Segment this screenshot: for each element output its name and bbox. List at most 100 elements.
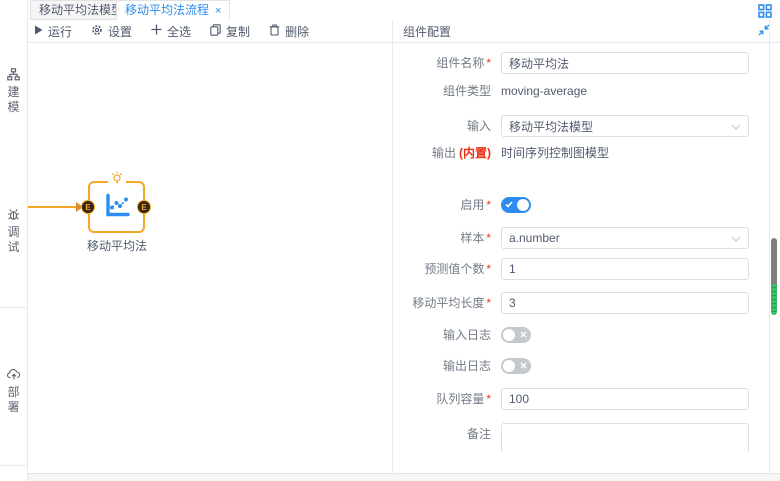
input-log-toggle[interactable] (501, 327, 531, 343)
select-value: 移动平均法模型 (509, 118, 593, 135)
field-row-queue-capacity: 队列容量* (393, 388, 780, 410)
output-port[interactable]: E (137, 200, 151, 214)
sidebar-item-modeling[interactable]: 建模 (0, 68, 27, 115)
enable-toggle[interactable] (501, 197, 531, 213)
canvas-toolbar: 运行 设置 全选 (28, 20, 392, 43)
remark-textarea[interactable] (501, 423, 749, 452)
apps-grid-icon[interactable] (758, 4, 772, 21)
sample-select[interactable]: a.number (501, 227, 749, 249)
builtin-annotation: (内置) (459, 146, 491, 160)
field-row-ma-length: 移动平均长度* (393, 292, 780, 314)
tab-label: 移动平均法流程 (125, 3, 209, 17)
select-value: a.number (509, 231, 560, 245)
field-row-output-log: 输出日志 (393, 355, 780, 377)
field-row-name: 组件名称* (393, 52, 780, 74)
node-label: 移动平均法 (76, 237, 158, 254)
horizontal-scrollbar-track[interactable] (28, 473, 780, 481)
scrollbar-thumb-gray (771, 238, 777, 284)
port-label: E (141, 203, 146, 212)
copy-label: 复制 (226, 23, 250, 40)
toggle-knob (503, 360, 515, 372)
sitemap-icon (0, 68, 27, 81)
required-mark: * (486, 56, 491, 70)
ma-length-input[interactable] (501, 292, 749, 314)
chevron-down-icon (731, 119, 741, 133)
copy-icon (210, 24, 221, 39)
delete-button[interactable]: 删除 (269, 23, 309, 40)
field-label: 启用 (460, 198, 484, 212)
play-icon (34, 24, 43, 38)
tab-label: 移动平均法模型 (39, 3, 123, 17)
bug-icon (0, 208, 27, 221)
scrollbar-thumb-green-striped (771, 284, 777, 315)
toggle-knob (503, 329, 515, 341)
gear-icon (91, 24, 103, 39)
field-label: 输出 (432, 146, 456, 160)
sidebar-bottom-divider (0, 465, 27, 466)
sidebar-item-label: 建模 (7, 85, 21, 115)
input-port[interactable]: E (81, 200, 95, 214)
select-all-label: 全选 (167, 23, 191, 40)
required-mark: * (486, 231, 491, 245)
field-label: 输入 (467, 119, 491, 133)
field-label: 队列容量 (436, 392, 484, 406)
queue-capacity-input[interactable] (501, 388, 749, 410)
connection-edge[interactable] (28, 206, 78, 208)
field-row-remark: 备注 (393, 423, 780, 453)
component-config-panel: 组件配置 组件名称* 组件类型 moving-average 输入 (392, 20, 780, 473)
settings-button[interactable]: 设置 (91, 23, 132, 40)
select-all-button[interactable]: 全选 (151, 23, 191, 40)
required-mark: * (486, 198, 491, 212)
required-mark: * (486, 262, 491, 276)
field-row-input-log: 输入日志 (393, 324, 780, 346)
remark-clip (501, 423, 749, 452)
plus-icon (151, 24, 162, 38)
field-label: 组件名称 (436, 56, 484, 70)
sidebar-item-debug[interactable]: 调试 (0, 208, 27, 255)
toggle-knob (517, 199, 529, 211)
field-label: 输出日志 (443, 359, 491, 373)
app-window: 建模 调试 部署 移动平均法模型 × (0, 0, 780, 481)
flow-canvas[interactable] (29, 43, 392, 473)
trash-icon (269, 24, 280, 39)
lightbulb-icon (108, 171, 126, 184)
required-mark: * (486, 392, 491, 406)
field-label: 移动平均长度 (412, 296, 484, 310)
tab-bar: 移动平均法模型 × 移动平均法流程 × (28, 0, 780, 20)
cloud-upload-icon (0, 368, 27, 381)
field-label: 备注 (467, 427, 491, 441)
field-label: 预测值个数 (424, 262, 484, 276)
run-button[interactable]: 运行 (34, 23, 72, 40)
field-row-input: 输入 移动平均法模型 (393, 115, 780, 137)
field-row-enable: 启用* (393, 194, 780, 216)
field-row-type: 组件类型 moving-average (393, 80, 780, 102)
copy-button[interactable]: 复制 (210, 23, 250, 40)
left-sidebar: 建模 调试 部署 (0, 0, 28, 481)
component-type-value: moving-average (501, 80, 749, 102)
panel-scroll-gutter (769, 20, 770, 473)
settings-label: 设置 (108, 23, 132, 40)
tab-moving-average-flow[interactable]: 移动平均法流程 × (116, 0, 230, 20)
field-label: 组件类型 (443, 84, 491, 98)
panel-form: 组件名称* 组件类型 moving-average 输入 移动平均法模型 (393, 43, 780, 472)
delete-label: 删除 (285, 23, 309, 40)
close-icon[interactable]: × (215, 5, 221, 17)
field-label: 输入日志 (443, 328, 491, 342)
field-row-sample: 样本* a.number (393, 227, 780, 249)
panel-header: 组件配置 (393, 20, 780, 43)
sidebar-item-deploy[interactable]: 部署 (0, 368, 27, 415)
input-select[interactable]: 移动平均法模型 (501, 115, 749, 137)
sidebar-item-label: 部署 (7, 385, 21, 415)
sidebar-item-label: 调试 (7, 225, 21, 255)
predict-count-input[interactable] (501, 258, 749, 280)
vertical-scrollbar-thumb[interactable] (771, 238, 777, 315)
output-log-toggle[interactable] (501, 358, 531, 374)
component-name-input[interactable] (501, 52, 749, 74)
chevron-down-icon (731, 231, 741, 245)
field-label: 样本 (460, 231, 484, 245)
run-label: 运行 (48, 23, 72, 40)
line-chart-icon (102, 192, 132, 223)
output-value: 时间序列控制图模型 (501, 142, 749, 164)
x-icon (520, 331, 527, 338)
required-mark: * (486, 296, 491, 310)
